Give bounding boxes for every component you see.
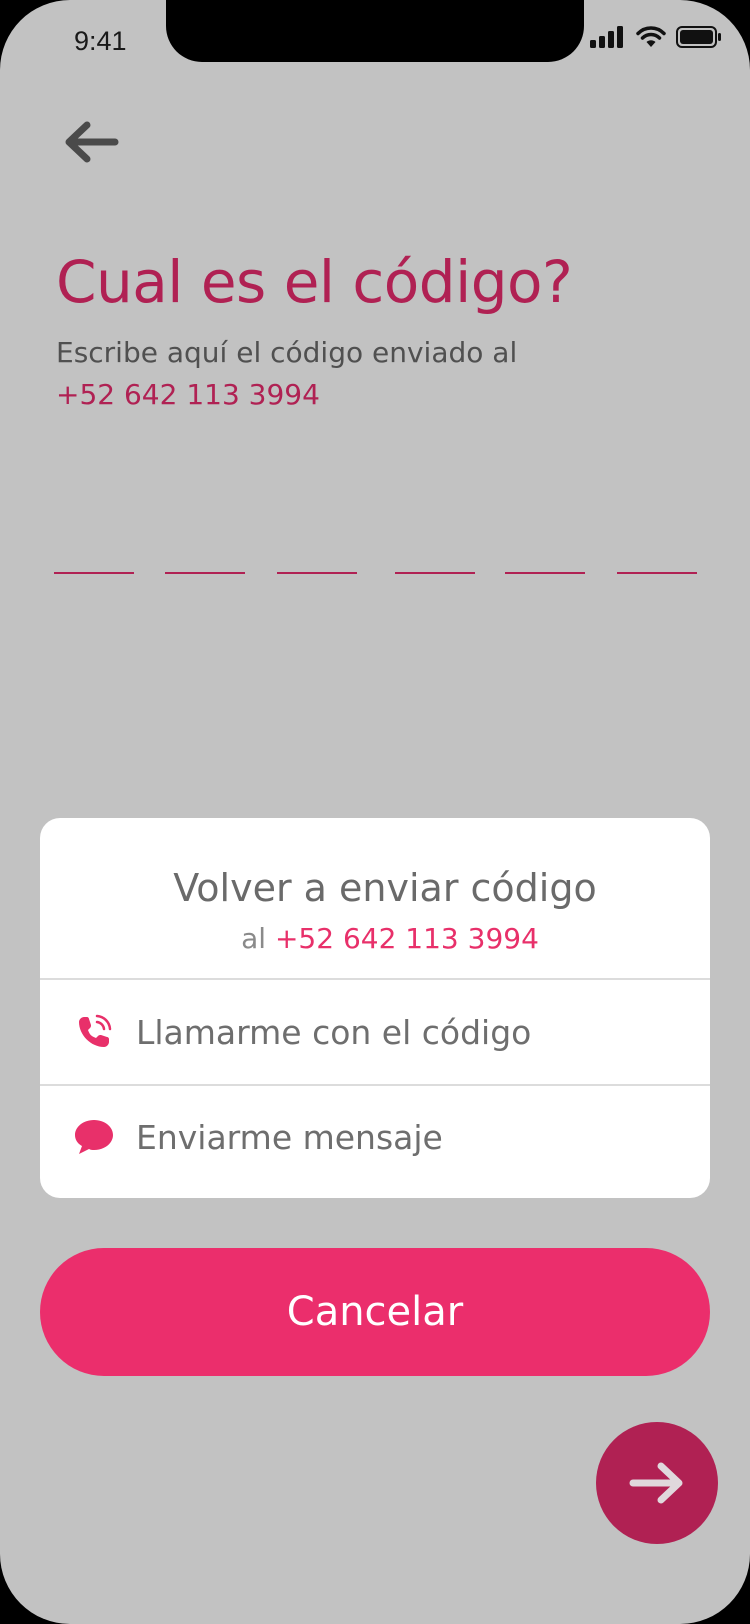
back-button[interactable] bbox=[58, 112, 124, 172]
resend-prefix: al bbox=[241, 922, 267, 955]
page-title: Cual es el código? bbox=[56, 248, 573, 316]
resend-sheet-header: Volver a enviar código al +52 642 113 39… bbox=[40, 818, 710, 980]
send-message-option[interactable]: Enviarme mensaje bbox=[40, 1084, 710, 1188]
status-time: 9:41 bbox=[74, 26, 127, 56]
chat-bubble-icon bbox=[74, 1117, 114, 1157]
destination-phone: +52 642 113 3994 bbox=[56, 378, 320, 411]
code-digit-6[interactable] bbox=[617, 534, 697, 574]
code-digit-2[interactable] bbox=[165, 534, 245, 574]
device-notch bbox=[166, 0, 584, 62]
code-digit-3[interactable] bbox=[277, 534, 357, 574]
status-icons bbox=[590, 26, 722, 52]
wifi-icon bbox=[636, 26, 666, 52]
code-input bbox=[0, 534, 750, 576]
code-digit-5[interactable] bbox=[505, 534, 585, 574]
call-me-option[interactable]: Llamarme con el código bbox=[40, 980, 710, 1084]
code-digit-4[interactable] bbox=[395, 534, 475, 574]
resend-sheet-subtitle: al +52 642 113 3994 bbox=[40, 922, 710, 955]
subtitle: Escribe aquí el código enviado al bbox=[56, 336, 518, 369]
signal-icon bbox=[590, 26, 626, 52]
call-me-label: Llamarme con el código bbox=[136, 1012, 532, 1052]
send-message-label: Enviarme mensaje bbox=[136, 1117, 443, 1157]
screen: 9:41 Cual es el código? Escribe aquí el … bbox=[0, 0, 750, 1624]
battery-icon bbox=[676, 26, 722, 52]
code-digit-1[interactable] bbox=[54, 534, 134, 574]
resend-sheet-title: Volver a enviar código bbox=[173, 866, 597, 910]
phone-call-icon bbox=[74, 1012, 114, 1052]
resend-code-sheet: Volver a enviar código al +52 642 113 39… bbox=[40, 818, 710, 1198]
arrow-right-icon bbox=[629, 1462, 683, 1504]
resend-phone: +52 642 113 3994 bbox=[274, 922, 539, 955]
arrow-left-icon bbox=[65, 121, 119, 163]
cancel-button[interactable]: Cancelar bbox=[40, 1248, 710, 1376]
next-button[interactable] bbox=[596, 1422, 718, 1544]
